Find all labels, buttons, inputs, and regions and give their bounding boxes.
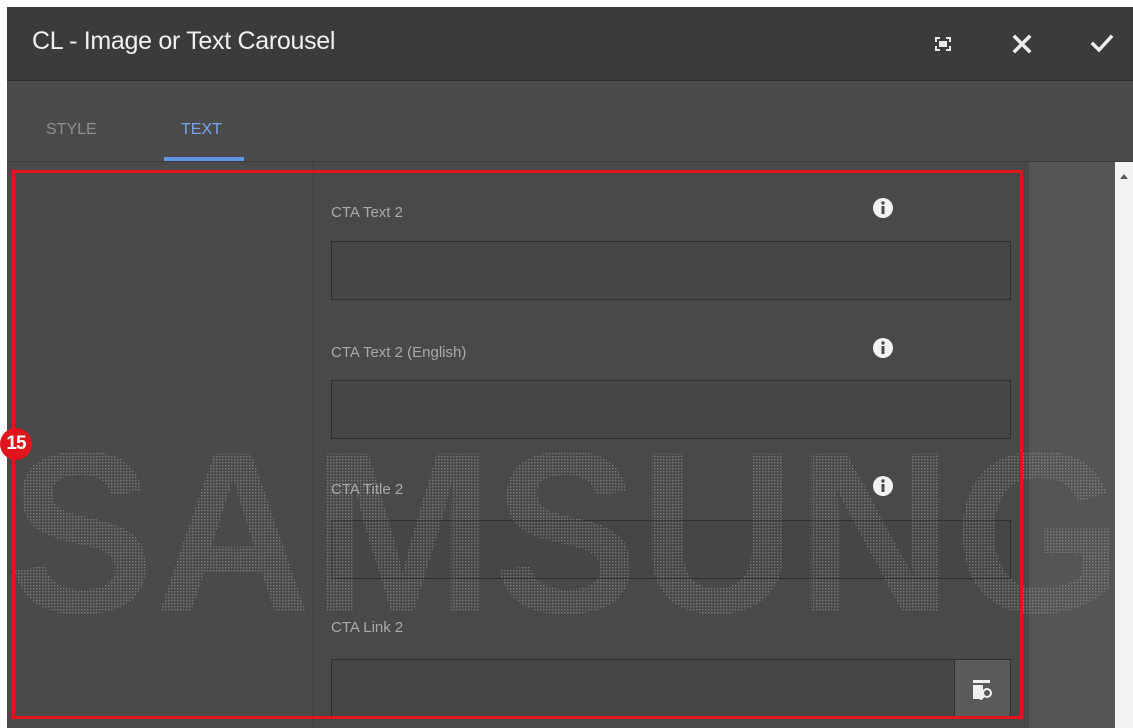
close-button[interactable] (1005, 27, 1039, 61)
cta-link-2-label: CTA Link 2 (331, 619, 404, 636)
tab-bar: STYLE TEXT (7, 81, 1133, 162)
dialog: CL - Image or Text Carousel STYLE TEXT C… (7, 7, 1133, 728)
dialog-title-bar: CL - Image or Text Carousel (7, 7, 1133, 81)
path-browser-icon (973, 680, 992, 701)
path-browser-button[interactable] (954, 659, 1011, 718)
tab-text[interactable]: TEXT (181, 121, 222, 139)
close-icon (1012, 34, 1032, 54)
cta-text-2-label: CTA Text 2 (331, 204, 403, 221)
dialog-title: CL - Image or Text Carousel (32, 27, 336, 55)
scrollbar[interactable] (1115, 162, 1133, 728)
right-gutter (1029, 162, 1115, 728)
cta-title-2-label: CTA Title 2 (331, 481, 404, 498)
fullscreen-button[interactable] (926, 27, 960, 61)
info-icon[interactable] (872, 197, 894, 219)
checkmark-icon (1090, 34, 1114, 53)
cta-link-2-input[interactable] (331, 659, 955, 718)
cta-text-2-english-input[interactable] (331, 380, 1011, 439)
left-panel (7, 162, 312, 728)
scroll-up-arrow-icon[interactable] (1120, 174, 1128, 179)
cta-text-2-input[interactable] (331, 241, 1011, 300)
info-icon[interactable] (872, 337, 894, 359)
done-button[interactable] (1085, 27, 1119, 61)
info-icon[interactable] (872, 475, 894, 497)
dialog-content: CTA Text 2 CTA Text 2 (English) CTA Titl… (7, 162, 1133, 728)
cta-title-2-input[interactable] (331, 520, 1011, 579)
tab-style[interactable]: STYLE (46, 121, 97, 139)
active-tab-indicator (164, 157, 244, 161)
step-number-badge: 15 (0, 428, 32, 460)
cta-text-2-english-label: CTA Text 2 (English) (331, 344, 467, 361)
form-panel: CTA Text 2 CTA Text 2 (English) CTA Titl… (314, 162, 1029, 728)
fullscreen-icon (935, 37, 951, 51)
